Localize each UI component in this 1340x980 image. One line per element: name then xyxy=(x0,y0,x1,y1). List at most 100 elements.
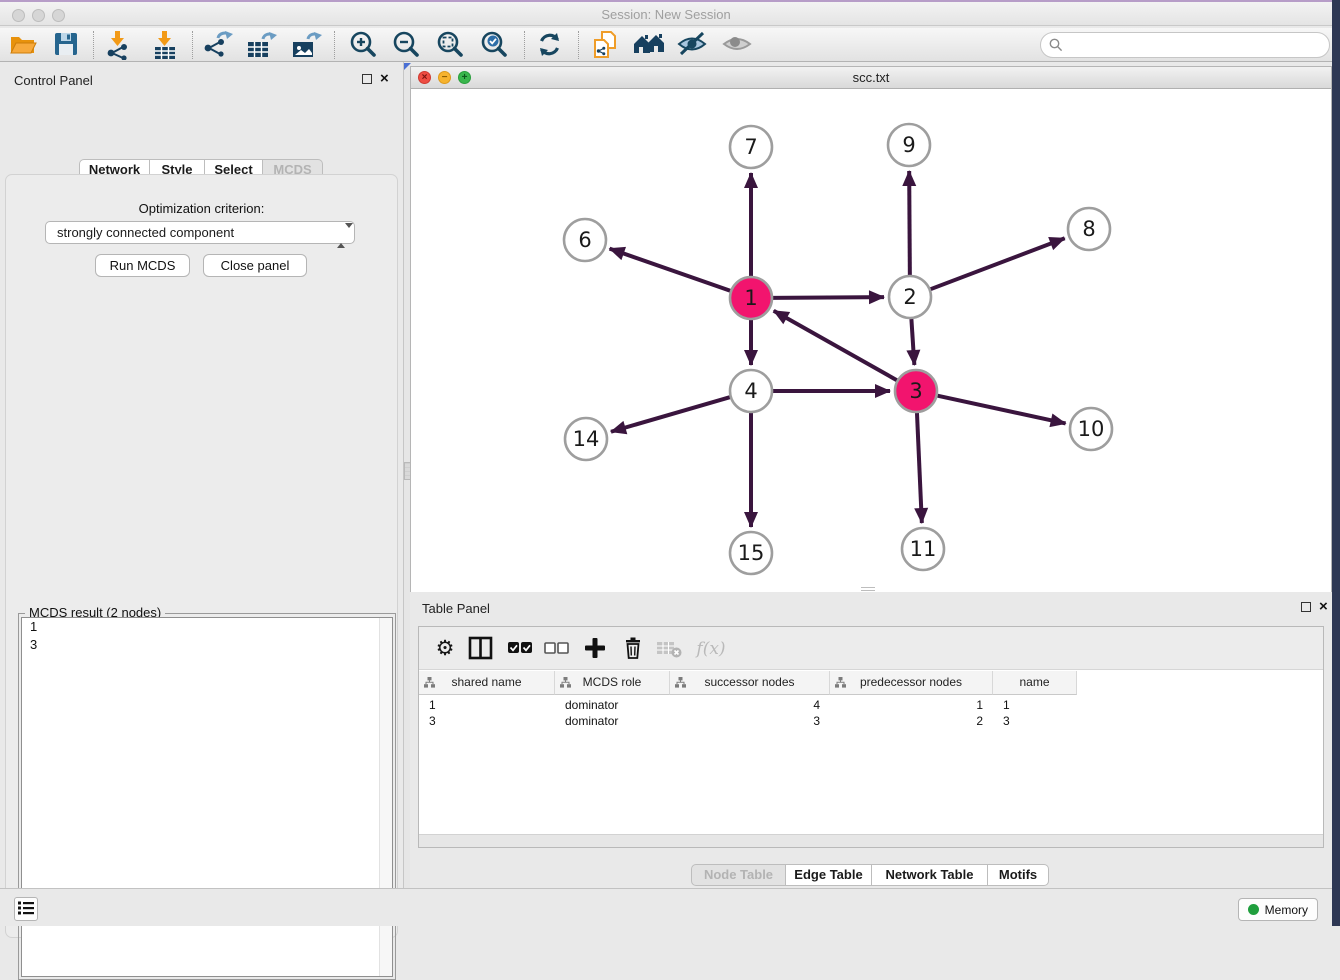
cell-shared-name[interactable]: 1 xyxy=(419,697,555,713)
zoom-in-icon[interactable] xyxy=(347,30,379,60)
export-network-icon[interactable] xyxy=(202,30,234,60)
table-panel-title: Table Panel xyxy=(422,601,490,616)
graph-node[interactable]: 2 xyxy=(889,276,931,318)
panel-splitter[interactable] xyxy=(403,62,410,888)
zoom-fit-icon[interactable] xyxy=(434,30,466,60)
cell-name[interactable]: 1 xyxy=(993,697,1077,713)
float-panel-icon[interactable] xyxy=(362,74,372,84)
graph-node[interactable]: 8 xyxy=(1068,208,1110,250)
cell-name[interactable]: 3 xyxy=(993,713,1077,729)
result-item[interactable]: 1 xyxy=(22,618,392,636)
tab-network-table[interactable]: Network Table xyxy=(872,864,988,886)
refresh-icon[interactable] xyxy=(534,30,566,60)
open-folder-icon[interactable] xyxy=(7,30,39,60)
graph-edge[interactable] xyxy=(774,311,897,380)
column-header-predecessor-nodes[interactable]: predecessor nodes xyxy=(830,671,993,695)
network-window-titlebar[interactable]: × − + scc.txt xyxy=(411,67,1331,89)
column-header-mcds-role[interactable]: MCDS role xyxy=(555,671,670,695)
desktop-background xyxy=(1332,0,1340,926)
column-header-shared-name[interactable]: shared name xyxy=(419,671,555,695)
select-all-icon[interactable] xyxy=(504,633,536,665)
table-row[interactable]: 1 dominator 4 1 1 xyxy=(419,697,1077,713)
graph-edge[interactable] xyxy=(611,397,730,432)
close-panel-button[interactable]: Close panel xyxy=(203,254,307,277)
graph-node[interactable]: 10 xyxy=(1070,408,1112,450)
export-table-icon[interactable] xyxy=(245,30,277,60)
home-icon[interactable] xyxy=(632,30,664,60)
dropdown-stepper-icon xyxy=(337,225,346,246)
deselect-all-icon[interactable] xyxy=(540,633,572,665)
eye-icon[interactable] xyxy=(721,30,753,60)
cell-predecessor-nodes[interactable]: 2 xyxy=(830,713,993,729)
control-panel: Control Panel × Network Style Select MCD… xyxy=(0,62,403,888)
graph-node[interactable]: 7 xyxy=(730,126,772,168)
graph-node-label: 7 xyxy=(744,135,757,159)
sort-icon xyxy=(835,677,846,688)
zoom-out-icon[interactable] xyxy=(390,30,422,60)
tab-edge-table[interactable]: Edge Table xyxy=(786,864,872,886)
graph-node[interactable]: 1 xyxy=(730,277,772,319)
graph-node[interactable]: 14 xyxy=(565,418,607,460)
graph-edge[interactable] xyxy=(773,297,884,298)
cell-successor-nodes[interactable]: 4 xyxy=(670,697,830,713)
table-hscrollbar[interactable] xyxy=(419,834,1323,847)
cell-successor-nodes[interactable]: 3 xyxy=(670,713,830,729)
export-image-icon[interactable] xyxy=(290,30,322,60)
run-mcds-button[interactable]: Run MCDS xyxy=(95,254,190,277)
graph-node[interactable]: 6 xyxy=(564,219,606,261)
graph-node[interactable]: 3 xyxy=(895,370,937,412)
cell-predecessor-nodes[interactable]: 1 xyxy=(830,697,993,713)
toolbar-separator xyxy=(524,31,525,59)
graph-edge[interactable] xyxy=(931,238,1065,289)
result-item[interactable]: 3 xyxy=(22,636,392,654)
graph-node[interactable]: 11 xyxy=(902,528,944,570)
network-window-title: scc.txt xyxy=(411,70,1331,85)
cell-shared-name[interactable]: 3 xyxy=(419,713,555,729)
control-panel-title: Control Panel xyxy=(14,73,93,88)
close-table-panel-icon[interactable]: × xyxy=(1319,602,1328,612)
node-table-container: ⚙ f(x) xyxy=(418,626,1324,848)
criterion-value: strongly connected component xyxy=(57,225,234,240)
network-canvas[interactable]: 7 9 6 8 1 2 4 3 14 10 15 11 xyxy=(411,89,1331,592)
graph-edge[interactable] xyxy=(911,319,914,365)
column-header-successor-nodes[interactable]: successor nodes xyxy=(670,671,830,695)
cell-mcds-role[interactable]: dominator xyxy=(555,697,670,713)
import-network-icon[interactable] xyxy=(102,30,134,60)
mcds-panel: Optimization criterion: strongly connect… xyxy=(5,174,398,938)
tab-motifs[interactable]: Motifs xyxy=(988,864,1049,886)
add-row-icon[interactable] xyxy=(579,633,611,665)
tab-node-table[interactable]: Node Table xyxy=(691,864,786,886)
memory-button[interactable]: Memory xyxy=(1238,898,1318,921)
graph-node[interactable]: 9 xyxy=(888,124,930,166)
graph-edge[interactable] xyxy=(937,396,1065,424)
graph-node[interactable]: 15 xyxy=(730,532,772,574)
search-field[interactable] xyxy=(1040,32,1330,58)
memory-label: Memory xyxy=(1265,903,1308,917)
toolbar-separator xyxy=(334,31,335,59)
graph-edge[interactable] xyxy=(917,413,922,523)
graph-edge[interactable] xyxy=(610,249,731,291)
gear-icon[interactable]: ⚙ xyxy=(429,633,461,665)
float-table-panel-icon[interactable] xyxy=(1301,602,1311,612)
graph-node[interactable]: 4 xyxy=(730,370,772,412)
column-header-name[interactable]: name xyxy=(993,671,1077,695)
criterion-dropdown[interactable]: strongly connected component xyxy=(45,221,355,244)
table-row[interactable]: 3 dominator 3 2 3 xyxy=(419,713,1077,729)
cell-mcds-role[interactable]: dominator xyxy=(555,713,670,729)
window-resize-grip[interactable] xyxy=(861,587,875,592)
graph-edge[interactable] xyxy=(909,171,910,275)
zoom-selected-icon[interactable] xyxy=(478,30,510,60)
sort-icon xyxy=(675,677,686,688)
columns-icon[interactable] xyxy=(465,633,497,665)
eye-hidden-icon[interactable] xyxy=(676,30,708,60)
save-icon[interactable] xyxy=(50,30,82,60)
search-icon xyxy=(1049,38,1063,52)
copy-document-icon[interactable] xyxy=(589,30,621,60)
task-list-icon[interactable] xyxy=(14,897,38,921)
table-toolbar: ⚙ f(x) xyxy=(419,627,1323,670)
search-input[interactable] xyxy=(1068,38,1329,53)
graph-node-label: 1 xyxy=(744,286,757,310)
import-table-icon[interactable] xyxy=(149,30,181,60)
close-panel-icon[interactable]: × xyxy=(380,74,389,84)
delete-row-icon[interactable] xyxy=(617,633,649,665)
